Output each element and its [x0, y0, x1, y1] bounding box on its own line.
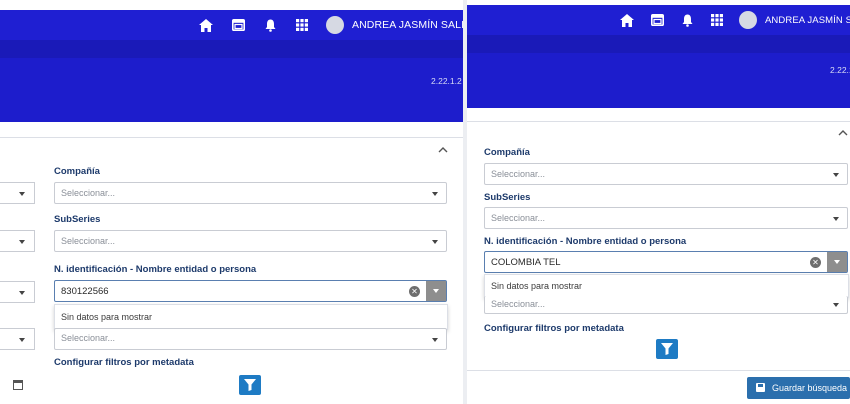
left-screenshot-panel: ANDREA JASMÍN SALINAS CRU 2.22.1.2 Compa…: [0, 0, 463, 404]
chevron-down-icon: [432, 338, 438, 342]
subseries-select-placeholder: Seleccionar...: [61, 236, 116, 246]
home-icon[interactable]: [619, 12, 635, 28]
chevron-down-icon: [432, 240, 438, 244]
chevron-down-icon: [833, 173, 839, 177]
chevron-down-icon: [833, 217, 839, 221]
filter-button[interactable]: [656, 339, 678, 359]
filter-icon: [661, 343, 673, 355]
grid-apps-icon[interactable]: [294, 17, 310, 33]
save-search-button[interactable]: Guardar búsqueda: [747, 377, 850, 399]
footer-divider: [467, 370, 850, 371]
identification-dropdown: Sin datos para mostrar: [484, 274, 849, 298]
navbar-icons: ANDREA JASMÍN SALINAS CR: [619, 5, 850, 35]
user-name[interactable]: ANDREA JASMÍN SALINAS CR: [765, 15, 850, 26]
identification-input[interactable]: 830122566 ✕: [54, 280, 447, 302]
sub-header-band: [467, 35, 850, 53]
identification-label: N. identificación - Nombre entidad o per…: [484, 236, 687, 247]
save-search-label: Guardar búsqueda: [772, 383, 848, 393]
left-column-select[interactable]: [0, 230, 35, 252]
version-label: 2.22.1.2: [431, 76, 462, 86]
company-select[interactable]: Seleccionar...: [484, 163, 848, 185]
user-name[interactable]: ANDREA JASMÍN SALINAS CRU: [352, 19, 463, 31]
avatar[interactable]: [739, 11, 757, 29]
identification-label: N. identificación - Nombre entidad o per…: [54, 264, 257, 275]
grid-apps-icon[interactable]: [709, 12, 725, 28]
chevron-down-icon: [834, 260, 840, 264]
subseries-select-placeholder: Seleccionar...: [491, 213, 546, 223]
next-select-placeholder: Seleccionar...: [491, 299, 546, 309]
company-select-placeholder: Seleccionar...: [61, 188, 116, 198]
filter-icon: [244, 379, 256, 391]
subseries-label: SubSeries: [484, 192, 531, 203]
left-column-select[interactable]: [0, 182, 35, 204]
filter-button[interactable]: [239, 375, 261, 395]
sub-header-band: [0, 40, 463, 58]
left-column-select[interactable]: [0, 281, 35, 303]
bell-icon[interactable]: [262, 17, 278, 33]
chevron-down-icon: [833, 303, 839, 307]
next-select[interactable]: Seleccionar...: [484, 296, 848, 314]
calendar-icon[interactable]: [13, 380, 23, 390]
save-icon: [756, 383, 765, 392]
right-screenshot-panel: ANDREA JASMÍN SALINAS CR 2.22.1 Compañía…: [467, 0, 850, 404]
company-label: Compañía: [54, 166, 100, 177]
bell-icon[interactable]: [679, 12, 695, 28]
no-data-message: Sin datos para mostrar: [491, 281, 583, 291]
company-label: Compañía: [484, 147, 530, 158]
identification-value[interactable]: 830122566: [61, 286, 109, 297]
chevron-down-icon: [432, 192, 438, 196]
top-navbar: ANDREA JASMÍN SALINAS CR: [467, 5, 850, 35]
clear-icon[interactable]: ✕: [409, 286, 420, 297]
subseries-select[interactable]: Seleccionar...: [54, 230, 447, 252]
page-banner: 2.22.1: [467, 53, 850, 108]
identification-dropdown: Sin datos para mostrar: [54, 304, 448, 330]
version-label: 2.22.1: [830, 65, 850, 75]
clear-icon[interactable]: ✕: [810, 257, 821, 268]
top-navbar: ANDREA JASMÍN SALINAS CRU: [0, 10, 463, 40]
subseries-label: SubSeries: [54, 214, 101, 225]
company-select-placeholder: Seleccionar...: [491, 169, 546, 179]
window-icon[interactable]: [649, 12, 665, 28]
navbar-icons: ANDREA JASMÍN SALINAS CRU: [198, 10, 463, 40]
collapse-chevron-icon[interactable]: [438, 146, 448, 153]
left-column-select[interactable]: [0, 328, 35, 350]
next-select[interactable]: Seleccionar...: [54, 328, 447, 350]
subseries-select[interactable]: Seleccionar...: [484, 207, 848, 229]
home-icon[interactable]: [198, 17, 214, 33]
dropdown-toggle-button[interactable]: [827, 252, 847, 272]
page-banner: 2.22.1.2: [0, 58, 463, 122]
dropdown-toggle-button[interactable]: [426, 281, 446, 301]
company-select[interactable]: Seleccionar...: [54, 182, 447, 204]
no-data-message: Sin datos para mostrar: [61, 312, 153, 322]
window-icon[interactable]: [230, 17, 246, 33]
metadata-filters-link[interactable]: Configurar filtros por metadata: [484, 323, 624, 334]
next-select-placeholder: Seleccionar...: [61, 333, 116, 343]
identification-input[interactable]: COLOMBIA TEL ✕: [484, 251, 848, 273]
chevron-down-icon: [433, 289, 439, 293]
avatar[interactable]: [326, 16, 344, 34]
collapse-chevron-icon[interactable]: [838, 129, 848, 136]
metadata-filters-link[interactable]: Configurar filtros por metadata: [54, 357, 194, 368]
identification-value[interactable]: COLOMBIA TEL: [491, 257, 561, 268]
